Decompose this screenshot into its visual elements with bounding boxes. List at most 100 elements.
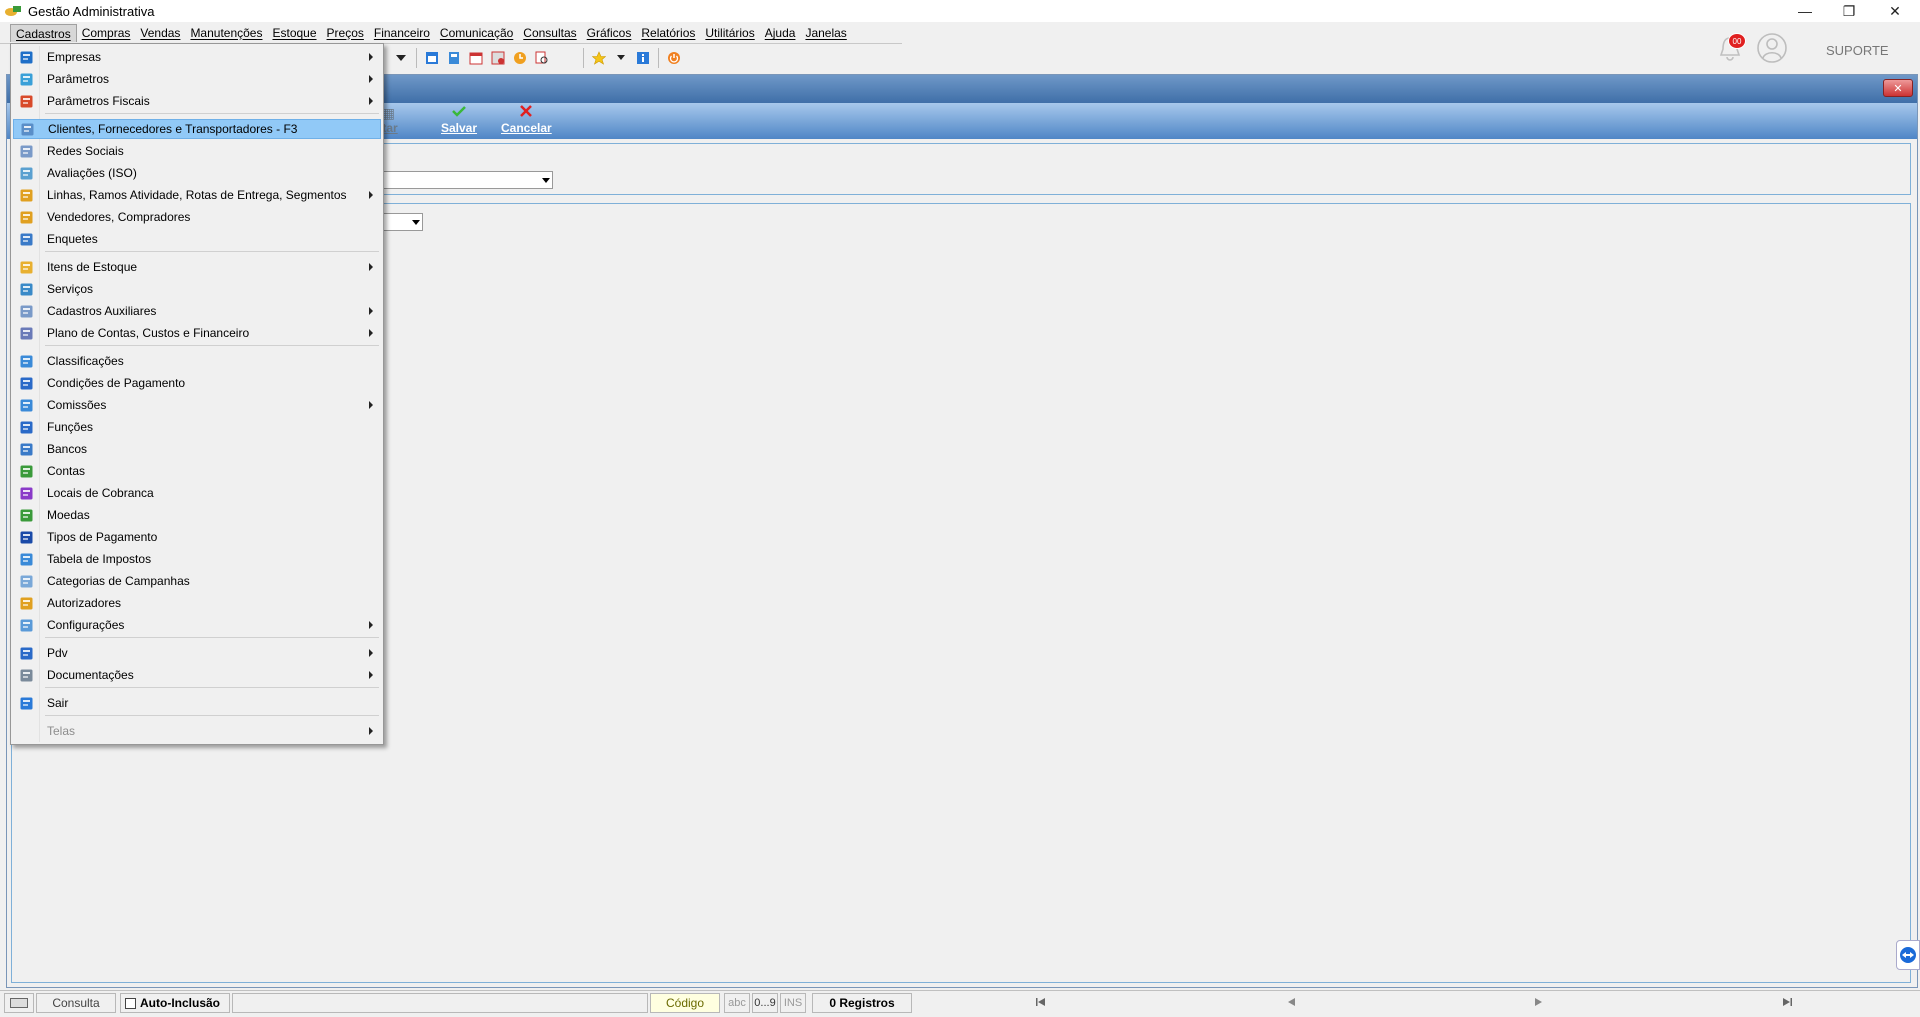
menu-item-label: Funções	[47, 420, 94, 434]
menu-item-linhas-ramos-atividade-rotas-de-entrega-segmentos[interactable]: Linhas, Ramos Atividade, Rotas de Entreg…	[13, 185, 381, 205]
cross-icon	[501, 105, 552, 121]
favorites-star-icon[interactable]	[591, 50, 607, 66]
menu-item-tipos-de-pagamento[interactable]: Tipos de Pagamento	[13, 527, 381, 547]
submenu-arrow-icon	[369, 329, 373, 337]
menu-item-sair[interactable]: Sair	[13, 693, 381, 713]
menu-vendas[interactable]: Vendas	[135, 24, 185, 42]
save-button[interactable]: Salvar	[441, 105, 477, 135]
menu-item-parametros-fiscais[interactable]: Parâmetros Fiscais	[13, 91, 381, 111]
menu-item-servicos[interactable]: Serviços	[13, 279, 381, 299]
auxiliary-icon	[19, 304, 33, 318]
menu-separator	[45, 251, 379, 252]
submenu-arrow-icon	[369, 671, 373, 679]
info-icon[interactable]	[635, 50, 651, 66]
menu-item-classificacoes[interactable]: Classificações	[13, 351, 381, 371]
restore-button[interactable]: ❐	[1826, 0, 1872, 22]
keyboard-icon[interactable]	[4, 993, 34, 1013]
user-avatar-icon[interactable]	[1756, 32, 1788, 64]
menu-item-tabela-de-impostos[interactable]: Tabela de Impostos	[13, 549, 381, 569]
menu-consultas[interactable]: Consultas	[518, 24, 581, 42]
calendar-icon[interactable]	[468, 50, 484, 66]
toolbar-separator	[583, 47, 584, 68]
menu-item-label: Enquetes	[47, 232, 98, 246]
menu-precos[interactable]: Preços	[322, 24, 369, 42]
toolbar-dropdown-icon[interactable]	[393, 50, 409, 66]
menu-item-enquetes[interactable]: Enquetes	[13, 229, 381, 249]
menu-item-empresas[interactable]: Empresas	[13, 47, 381, 67]
menu-relatorios[interactable]: Relatórios	[636, 24, 700, 42]
exit-icon	[19, 696, 33, 710]
menu-item-autorizadores[interactable]: Autorizadores	[13, 593, 381, 613]
menu-item-bancos[interactable]: Bancos	[13, 439, 381, 459]
favorites-dropdown-icon[interactable]	[613, 50, 629, 66]
schedule-icon[interactable]	[490, 50, 506, 66]
classification-icon	[19, 354, 33, 368]
menu-item-label: Parâmetros	[47, 72, 110, 86]
menu-separator	[45, 715, 379, 716]
menu-item-redes-sociais[interactable]: Redes Sociais	[13, 141, 381, 161]
menu-graficos[interactable]: Gráficos	[582, 24, 637, 42]
auto-inclusion-checkbox[interactable]	[125, 997, 136, 1009]
child-close-button[interactable]: ✕	[1883, 79, 1913, 97]
menu-item-label: Plano de Contas, Custos e Financeiro	[47, 326, 250, 340]
clock-icon[interactable]	[512, 50, 528, 66]
menu-item-label: Tabela de Impostos	[47, 552, 152, 566]
menu-item-plano-de-contas-custos-e-financeiro[interactable]: Plano de Contas, Custos e Financeiro	[13, 323, 381, 343]
menu-item-condicoes-de-pagamento[interactable]: Condições de Pagamento	[13, 373, 381, 393]
power-icon[interactable]	[666, 50, 682, 66]
record-count: 0 Registros	[812, 993, 912, 1013]
menu-item-categorias-de-campanhas[interactable]: Categorias de Campanhas	[13, 571, 381, 591]
submenu-arrow-icon	[369, 97, 373, 105]
menu-item-cadastros-auxiliares[interactable]: Cadastros Auxiliares	[13, 301, 381, 321]
menu-item-pdv[interactable]: Pdv	[13, 643, 381, 663]
last-record-icon[interactable]	[1782, 996, 1792, 1010]
menu-ajuda[interactable]: Ajuda	[760, 24, 801, 42]
menu-item-itens-de-estoque[interactable]: Itens de Estoque	[13, 257, 381, 277]
minimize-button[interactable]: —	[1782, 0, 1828, 22]
menu-item-telas: Telas	[13, 721, 381, 741]
menu-item-comissoes[interactable]: Comissões	[13, 395, 381, 415]
menu-janelas[interactable]: Janelas	[800, 24, 851, 42]
menu-cadastros[interactable]: Cadastros	[10, 24, 77, 42]
locations-icon	[19, 486, 33, 500]
menu-utilitarios[interactable]: Utilitários	[700, 24, 759, 42]
previous-record-icon[interactable]	[1286, 996, 1296, 1010]
calculator-icon[interactable]	[446, 50, 462, 66]
menu-item-label: Classificações	[47, 354, 124, 368]
close-window-button[interactable]: ✕	[1872, 0, 1918, 22]
menu-item-moedas[interactable]: Moedas	[13, 505, 381, 525]
first-record-icon[interactable]	[1036, 996, 1046, 1010]
calendar-grid-icon[interactable]	[424, 50, 440, 66]
menu-item-clientes-fornecedores-e-transportadores-f3[interactable]: Clientes, Fornecedores e Transportadores…	[13, 119, 381, 139]
menu-item-label: Comissões	[47, 398, 107, 412]
menu-item-funcoes[interactable]: Funções	[13, 417, 381, 437]
menu-item-documentacoes[interactable]: Documentações	[13, 665, 381, 685]
menu-manutencoes[interactable]: Manutenções	[185, 24, 267, 42]
menu-item-avaliacoes-iso[interactable]: Avaliações (ISO)	[13, 163, 381, 183]
menu-comunicacao[interactable]: Comunicação	[435, 24, 518, 42]
building-icon	[19, 50, 33, 64]
auto-inclusion-toggle[interactable]: Auto-Inclusão	[120, 993, 230, 1013]
submenu-arrow-icon	[369, 621, 373, 629]
filter-combobox[interactable]	[377, 171, 553, 189]
menu-item-locais-de-cobranca[interactable]: Locais de Cobranca	[13, 483, 381, 503]
menu-item-parametros[interactable]: Parâmetros	[13, 69, 381, 89]
menu-item-label: Clientes, Fornecedores e Transportadores…	[48, 122, 298, 136]
remote-support-tab[interactable]	[1896, 940, 1920, 970]
visa-icon	[19, 530, 33, 544]
report-search-icon[interactable]	[534, 50, 550, 66]
menu-item-vendedores-compradores[interactable]: Vendedores, Compradores	[13, 207, 381, 227]
menu-item-configuracoes[interactable]: Configurações	[13, 615, 381, 635]
menu-estoque[interactable]: Estoque	[267, 24, 321, 42]
menu-item-label: Sair	[47, 696, 69, 710]
menu-item-label: Pdv	[47, 646, 68, 660]
menu-compras[interactable]: Compras	[77, 24, 136, 42]
menu-separator	[45, 687, 379, 688]
status-spacer	[232, 993, 648, 1013]
notification-badge: 00	[1728, 33, 1746, 49]
next-record-icon[interactable]	[1534, 996, 1544, 1010]
mode-indicator: Consulta	[36, 993, 116, 1013]
cancel-button[interactable]: Cancelar	[501, 105, 552, 135]
menu-item-contas[interactable]: Contas	[13, 461, 381, 481]
menu-financeiro[interactable]: Financeiro	[369, 24, 435, 42]
